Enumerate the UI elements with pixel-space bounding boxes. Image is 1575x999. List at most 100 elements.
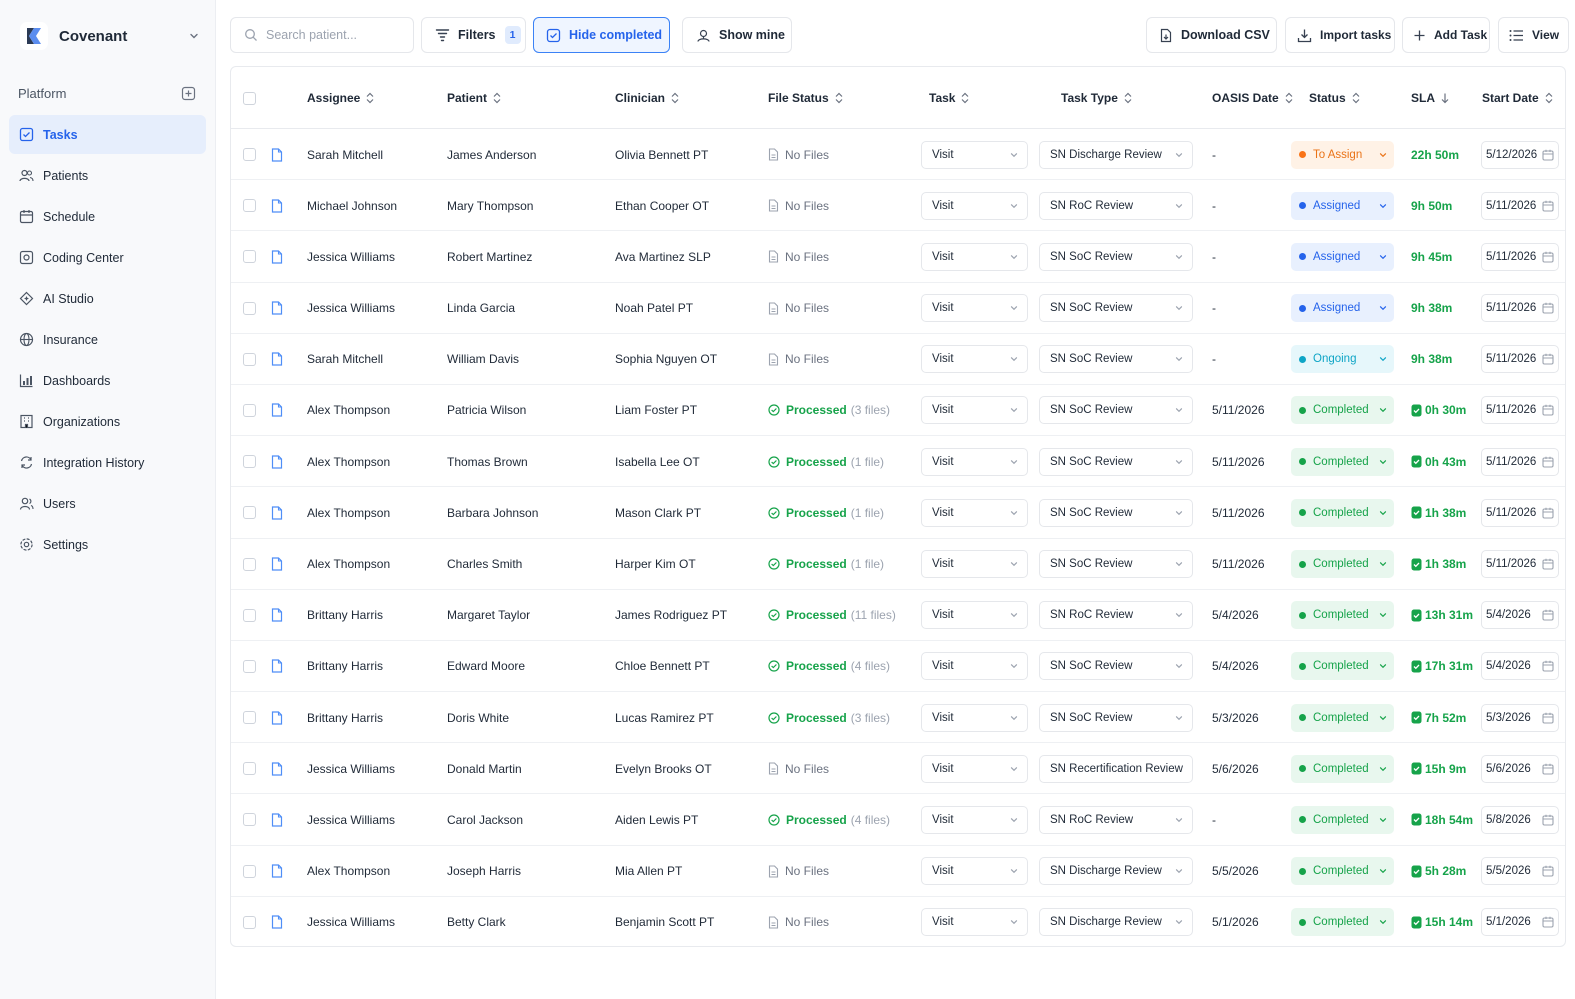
sidebar-item-integration-history[interactable]: Integration History xyxy=(9,443,206,482)
table-row[interactable]: Sarah Mitchell William Davis Sophia Nguyen… xyxy=(231,334,1565,385)
start-date-picker[interactable]: 5/1/2026 xyxy=(1481,908,1559,937)
row-checkbox[interactable] xyxy=(243,334,256,385)
task-select[interactable]: Visit xyxy=(921,396,1028,425)
document-icon[interactable] xyxy=(271,231,283,282)
status-select[interactable]: Ongoing xyxy=(1291,345,1394,374)
task-select[interactable]: Visit xyxy=(921,242,1028,271)
start-date-picker[interactable]: 5/11/2026 xyxy=(1481,191,1559,220)
sidebar-item-ai-studio[interactable]: AI Studio xyxy=(9,279,206,318)
task-type-select[interactable]: SN SoC Review xyxy=(1039,396,1193,425)
status-select[interactable]: Completed xyxy=(1291,447,1394,476)
status-select[interactable]: Completed xyxy=(1291,396,1394,425)
task-type-select[interactable]: SN Recertification Review xyxy=(1039,754,1193,783)
start-date-picker[interactable]: 5/3/2026 xyxy=(1481,703,1559,732)
task-type-select[interactable]: SN SoC Review xyxy=(1039,498,1193,527)
task-type-select[interactable]: SN SoC Review xyxy=(1039,242,1193,271)
task-select[interactable]: Visit xyxy=(921,652,1028,681)
task-select[interactable]: Visit xyxy=(921,908,1028,937)
row-checkbox[interactable] xyxy=(243,794,256,845)
patient-cell[interactable]: Mary Thompson xyxy=(447,180,533,231)
sidebar-item-settings[interactable]: Settings xyxy=(9,525,206,564)
patient-cell[interactable]: Doris White xyxy=(447,692,509,743)
task-select[interactable]: Visit xyxy=(921,447,1028,476)
sidebar-item-insurance[interactable]: Insurance xyxy=(9,320,206,359)
task-select[interactable]: Visit xyxy=(921,703,1028,732)
start-date-picker[interactable]: 5/11/2026 xyxy=(1481,345,1559,374)
start-date-picker[interactable]: 5/11/2026 xyxy=(1481,396,1559,425)
patient-cell[interactable]: Robert Martinez xyxy=(447,231,532,282)
sidebar-item-users[interactable]: Users xyxy=(9,484,206,523)
patient-cell[interactable]: Thomas Brown xyxy=(447,436,528,487)
task-select[interactable]: Visit xyxy=(921,550,1028,578)
start-date-picker[interactable]: 5/4/2026 xyxy=(1481,601,1559,630)
task-type-select[interactable]: SN SoC Review xyxy=(1039,294,1193,323)
start-date-picker[interactable]: 5/11/2026 xyxy=(1481,294,1559,323)
task-type-select[interactable]: SN SoC Review xyxy=(1039,652,1193,681)
hide-completed-button[interactable]: Hide completed xyxy=(533,17,670,53)
task-select[interactable]: Visit xyxy=(921,191,1028,220)
document-icon[interactable] xyxy=(271,846,283,897)
patient-cell[interactable]: Betty Clark xyxy=(447,897,506,946)
status-select[interactable]: Completed xyxy=(1291,550,1394,578)
sidebar-item-organizations[interactable]: Organizations xyxy=(9,402,206,441)
start-date-picker[interactable]: 5/4/2026 xyxy=(1481,652,1559,681)
patient-cell[interactable]: Charles Smith xyxy=(447,539,522,590)
chevron-down-icon[interactable] xyxy=(188,30,200,42)
document-icon[interactable] xyxy=(271,897,283,946)
document-icon[interactable] xyxy=(271,487,283,538)
status-select[interactable]: Assigned xyxy=(1291,242,1394,271)
task-type-select[interactable]: SN Discharge Review xyxy=(1039,857,1193,886)
task-type-select[interactable]: SN Discharge Review xyxy=(1039,908,1193,937)
task-select[interactable]: Visit xyxy=(921,857,1028,886)
import-tasks-button[interactable]: Import tasks xyxy=(1285,17,1395,53)
document-icon[interactable] xyxy=(271,743,283,794)
task-select[interactable]: Visit xyxy=(921,754,1028,783)
table-row[interactable]: Jessica Williams Donald Martin Evelyn Broo… xyxy=(231,743,1565,795)
status-select[interactable]: Assigned xyxy=(1291,294,1394,323)
task-select[interactable]: Visit xyxy=(921,140,1028,169)
start-date-picker[interactable]: 5/8/2026 xyxy=(1481,805,1559,834)
table-row[interactable]: Jessica Williams Linda Garcia Noah Patel P… xyxy=(231,283,1565,334)
sidebar-item-coding-center[interactable]: Coding Center xyxy=(9,238,206,277)
task-type-select[interactable]: SN SoC Review xyxy=(1039,345,1193,374)
document-icon[interactable] xyxy=(271,129,283,180)
view-button[interactable]: View xyxy=(1498,17,1569,53)
document-icon[interactable] xyxy=(271,385,283,436)
workspace-switcher[interactable]: Covenant xyxy=(20,22,200,50)
task-select[interactable]: Visit xyxy=(921,498,1028,527)
task-select[interactable]: Visit xyxy=(921,345,1028,374)
show-mine-button[interactable]: Show mine xyxy=(682,17,792,53)
task-select[interactable]: Visit xyxy=(921,805,1028,834)
row-checkbox[interactable] xyxy=(243,283,256,334)
row-checkbox[interactable] xyxy=(243,487,256,538)
patient-cell[interactable]: James Anderson xyxy=(447,129,536,180)
column-header-oasis-date[interactable]: OASIS Date xyxy=(1212,67,1293,129)
table-row[interactable]: Brittany Harris Margaret Taylor James Rodr… xyxy=(231,590,1565,641)
row-checkbox[interactable] xyxy=(243,436,256,487)
column-header-file-status[interactable]: File Status xyxy=(768,67,843,129)
document-icon[interactable] xyxy=(271,180,283,231)
task-type-select[interactable]: SN SoC Review xyxy=(1039,447,1193,476)
column-header-status[interactable]: Status xyxy=(1309,67,1360,129)
start-date-picker[interactable]: 5/11/2026 xyxy=(1481,498,1559,527)
row-checkbox[interactable] xyxy=(243,590,256,641)
row-checkbox[interactable] xyxy=(243,743,256,794)
row-checkbox[interactable] xyxy=(243,129,256,180)
column-header-clinician[interactable]: Clinician xyxy=(615,67,679,129)
row-checkbox[interactable] xyxy=(243,641,256,692)
status-select[interactable]: Completed xyxy=(1291,652,1394,681)
table-row[interactable]: Alex Thompson Thomas Brown Isabella Lee OT… xyxy=(231,436,1565,488)
table-row[interactable]: Alex Thompson Charles Smith Harper Kim OT P… xyxy=(231,539,1565,590)
start-date-picker[interactable]: 5/12/2026 xyxy=(1481,140,1559,169)
add-task-button[interactable]: Add Task xyxy=(1402,17,1490,53)
document-icon[interactable] xyxy=(271,641,283,692)
sidebar-item-schedule[interactable]: Schedule xyxy=(9,197,206,236)
start-date-picker[interactable]: 5/5/2026 xyxy=(1481,857,1559,886)
document-icon[interactable] xyxy=(271,794,283,845)
document-icon[interactable] xyxy=(271,334,283,385)
task-type-select[interactable]: SN RoC Review xyxy=(1039,191,1193,220)
sidebar-item-tasks[interactable]: Tasks xyxy=(9,115,206,154)
task-select[interactable]: Visit xyxy=(921,601,1028,630)
row-checkbox[interactable] xyxy=(243,180,256,231)
patient-cell[interactable]: Margaret Taylor xyxy=(447,590,530,641)
